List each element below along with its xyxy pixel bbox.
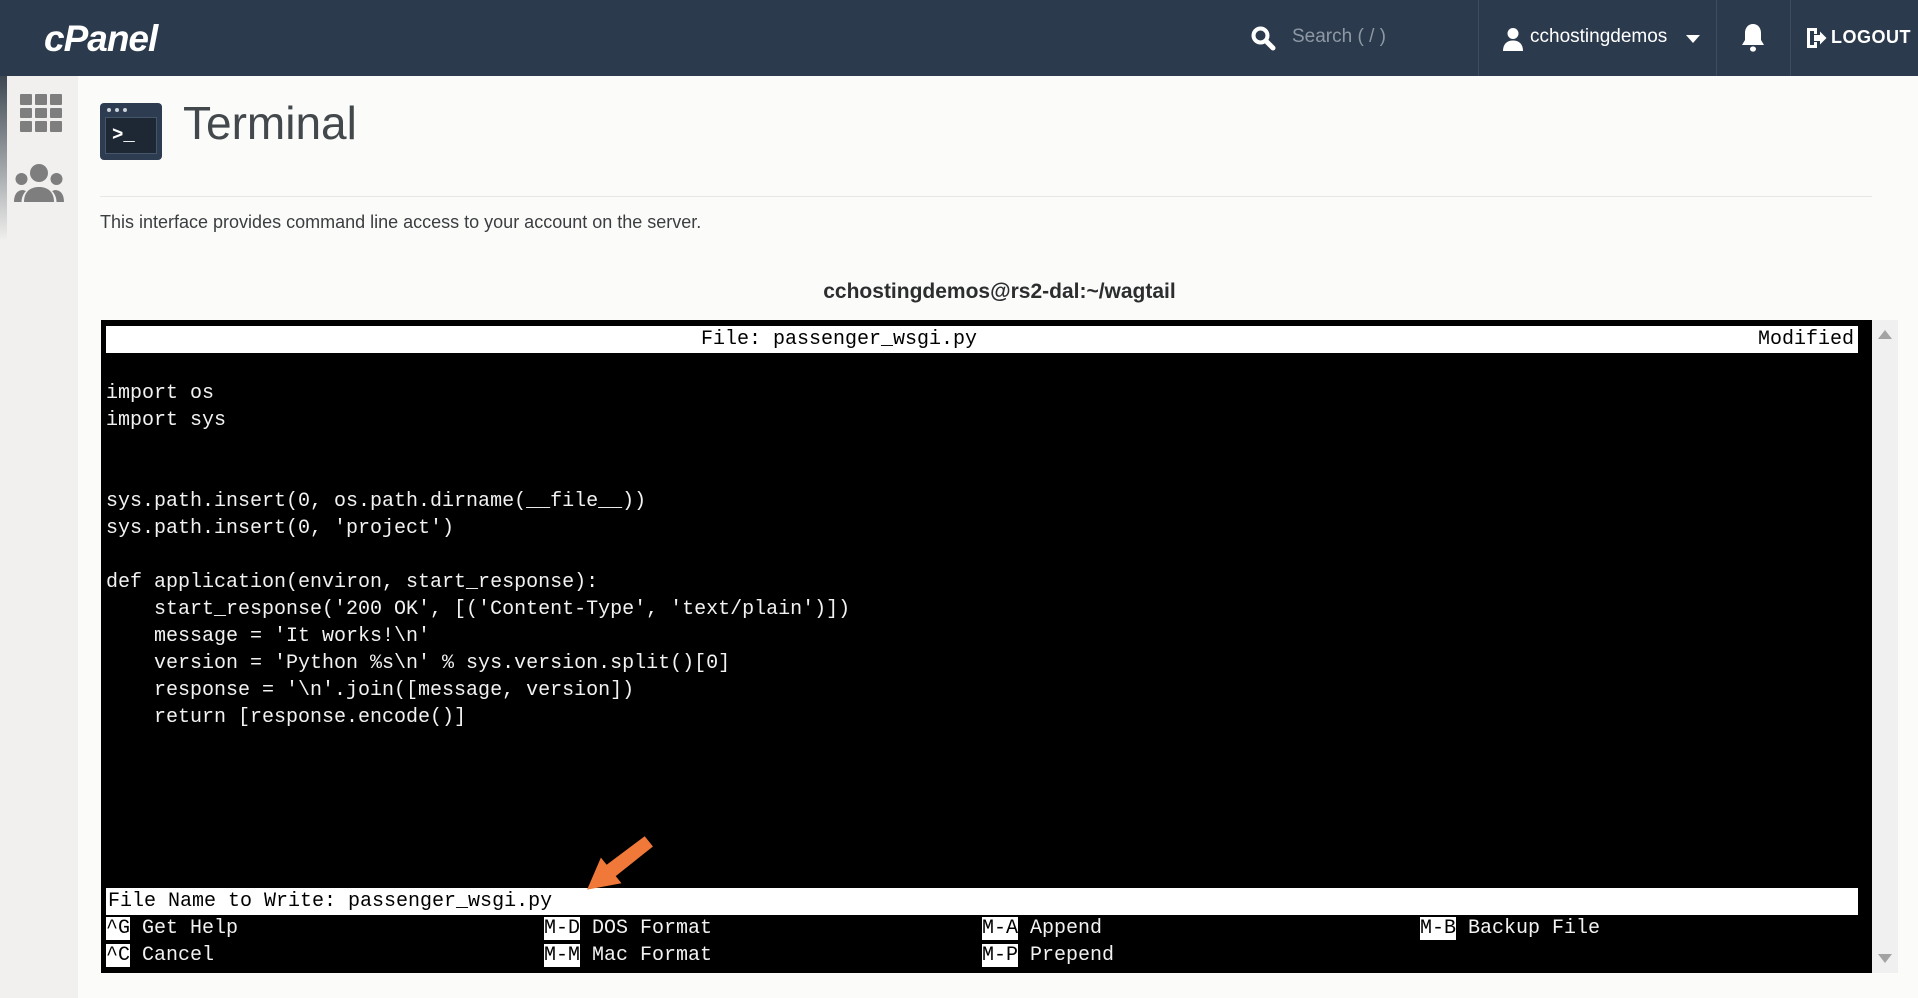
terminal-app-icon: >_ <box>100 103 162 160</box>
nano-shortcut-key: ^G <box>106 917 130 940</box>
nano-shortcut-label: Append <box>1018 917 1102 940</box>
nano-shortcut-key: M-M <box>544 944 580 967</box>
nano-shortcut: M-D DOS Format <box>544 915 982 942</box>
nano-shortcut-key: ^C <box>106 944 130 967</box>
divider <box>100 196 1872 197</box>
terminal-scrollbar[interactable] <box>1872 320 1898 973</box>
nano-title-bar: GNU nano 2.3.1 File: passenger_wsgi.py M… <box>106 326 1858 353</box>
user-icon <box>1502 27 1524 51</box>
terminal-session-title: cchostingdemos@rs2-dal:~/wagtail <box>101 280 1898 304</box>
sidebar <box>0 76 78 998</box>
nano-shortcut-label: Prepend <box>1018 944 1114 967</box>
logout-icon[interactable] <box>1803 26 1827 50</box>
people-icon[interactable] <box>14 162 64 206</box>
search-input[interactable]: Search ( / ) <box>1292 26 1386 48</box>
nano-filename: File: passenger_wsgi.py <box>701 326 977 353</box>
nano-shortcut: M-A Append <box>982 915 1420 942</box>
nano-code: import os import sys sys.path.insert(0, … <box>101 353 1872 731</box>
nano-shortcut: ^C Cancel <box>106 942 544 969</box>
logout-button[interactable]: LOGOUT <box>1831 27 1911 48</box>
terminal-widget: GNU nano 2.3.1 File: passenger_wsgi.py M… <box>101 320 1898 973</box>
page: cPanel Search ( / ) cchostingdemos LOGOU… <box>0 0 1918 998</box>
nano-shortcut-key: M-B <box>1420 917 1456 940</box>
cpanel-logo[interactable]: cPanel <box>44 18 157 60</box>
search-icon[interactable] <box>1250 25 1276 51</box>
nano-modified-flag: Modified <box>1758 326 1854 353</box>
nano-bottom-bars: File Name to Write: passenger_wsgi.py ^G… <box>106 888 1858 969</box>
nano-shortcut: ^G Get Help <box>106 915 544 942</box>
nano-shortcut-label: Get Help <box>130 917 238 940</box>
navbar-divider <box>1716 0 1717 76</box>
nano-shortcut-key: M-P <box>982 944 1018 967</box>
nano-shortcut: M-M Mac Format <box>544 942 982 969</box>
nano-shortcut-label: Cancel <box>130 944 214 967</box>
nano-version: GNU nano 2.3.1 <box>202 355 394 378</box>
nano-shortcut-menu: ^G Get HelpM-D DOS FormatM-A AppendM-B B… <box>106 915 1858 969</box>
annotation-arrow-icon <box>583 836 655 894</box>
navbar-divider <box>1478 0 1479 76</box>
nano-shortcut-key: M-D <box>544 917 580 940</box>
navbar-divider <box>1790 0 1791 76</box>
scroll-down-arrow-icon[interactable] <box>1878 954 1892 963</box>
chevron-down-icon[interactable] <box>1686 35 1700 43</box>
nano-shortcut <box>1420 942 1858 969</box>
page-description: This interface provides command line acc… <box>100 212 701 233</box>
terminal-screen[interactable]: GNU nano 2.3.1 File: passenger_wsgi.py M… <box>101 320 1872 973</box>
nano-shortcut: M-P Prepend <box>982 942 1420 969</box>
notifications-bell-icon[interactable] <box>1741 23 1765 53</box>
nano-shortcut-key: M-A <box>982 917 1018 940</box>
nano-filename-prompt: File Name to Write: passenger_wsgi.py <box>106 888 1858 915</box>
nano-shortcut-label: Backup File <box>1456 917 1600 940</box>
left-edge-shadow <box>0 76 7 241</box>
scroll-up-arrow-icon[interactable] <box>1878 330 1892 339</box>
page-title: Terminal <box>183 96 357 150</box>
top-navbar: cPanel Search ( / ) cchostingdemos LOGOU… <box>0 0 1918 76</box>
nano-shortcut: M-B Backup File <box>1420 915 1858 942</box>
home-grid-icon[interactable] <box>20 94 62 132</box>
user-menu[interactable]: cchostingdemos <box>1530 26 1667 48</box>
nano-shortcut-label: DOS Format <box>580 917 712 940</box>
nano-shortcut-label: Mac Format <box>580 944 712 967</box>
